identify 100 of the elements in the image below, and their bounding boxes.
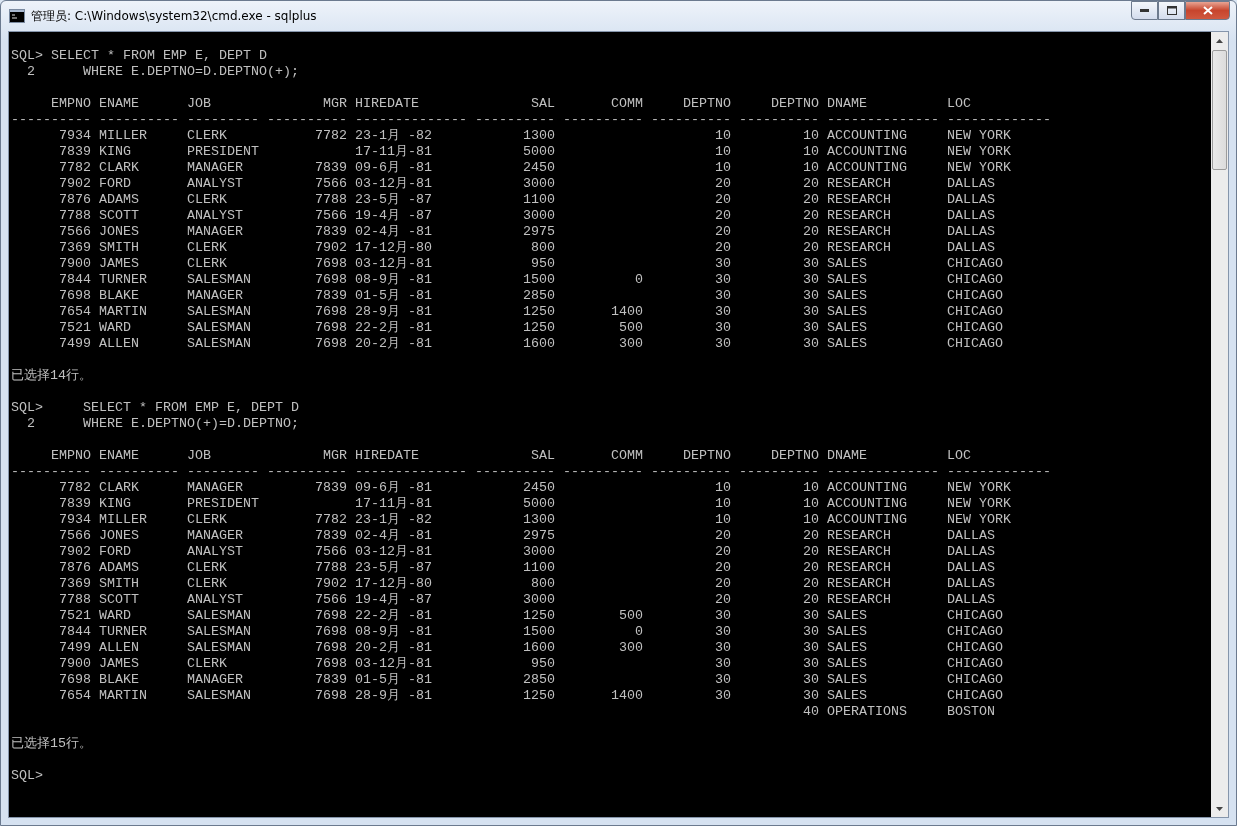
table-cell-text: SALES [827, 304, 868, 320]
table-cell-text: 2450 [522, 160, 555, 176]
table-cell-text: 2850 [522, 288, 555, 304]
table-cell-text: 03-12月-81 [355, 256, 433, 272]
table-cell-text: 7839 [314, 672, 347, 688]
console-text: 2 WHERE E.DEPTNO=D.DEPTNO(+); [26, 64, 299, 79]
table-cell-text: SALES [827, 256, 868, 272]
table-cell-text: 30 [802, 256, 819, 272]
table-cell-text: 7782 [314, 128, 347, 144]
table-cell-text: SALESMAN [187, 640, 252, 656]
table-cell-text: 20 [802, 576, 819, 592]
close-button[interactable] [1185, 1, 1230, 20]
table-cell-text: 20 [802, 176, 819, 192]
table-cell-text: 7369 [58, 576, 91, 592]
table-cell-text: 7902 [314, 576, 347, 592]
table-cell-text: ACCOUNTING [827, 144, 908, 160]
table-cell-text: 7839 [314, 528, 347, 544]
column-header: MGR [322, 448, 347, 464]
table-cell-text: 7698 [314, 640, 347, 656]
table-cell-text: 3000 [522, 544, 555, 560]
table-cell-text: 7369 [58, 240, 91, 256]
table-cell-text: 500 [618, 608, 643, 624]
vertical-scrollbar[interactable] [1211, 32, 1228, 817]
column-header: MGR [322, 96, 347, 112]
table-cell-text: 20-2月 -81 [355, 640, 433, 656]
table-cell-text: 950 [530, 656, 555, 672]
table-cell-text: 08-9月 -81 [355, 272, 433, 288]
column-header: DNAME [827, 448, 868, 464]
table-cell-text: 7934 [58, 512, 91, 528]
table-cell-text: 20 [714, 192, 731, 208]
table-cell-text: NEW YORK [947, 496, 1012, 512]
table-cell-text: SALESMAN [187, 320, 252, 336]
table-cell-text: 23-5月 -87 [355, 192, 433, 208]
table-cell-text: 7698 [314, 688, 347, 704]
table-cell-text: 17-12月-80 [355, 240, 433, 256]
table-cell-text: SALES [827, 640, 868, 656]
dash-rule: ---------- [739, 464, 819, 480]
table-cell-text: 30 [714, 608, 731, 624]
table-cell-text: 30 [802, 272, 819, 288]
table-cell-text: 2450 [522, 480, 555, 496]
table-cell-text: 30 [802, 288, 819, 304]
table-cell-text: SALES [827, 336, 868, 352]
table-cell-text: DALLAS [947, 544, 996, 560]
console-text: 已选择14行。 [11, 368, 92, 383]
table-cell-text: 30 [802, 672, 819, 688]
table-cell-text: CLARK [99, 480, 140, 496]
table-cell-text: 7839 [58, 144, 91, 160]
table-cell-text: 7698 [58, 672, 91, 688]
table-cell-text: 1500 [522, 272, 555, 288]
table-cell-text: 7839 [58, 496, 91, 512]
minimize-button[interactable] [1131, 1, 1158, 20]
table-cell-text: 7499 [58, 640, 91, 656]
scroll-up-icon[interactable] [1216, 38, 1223, 43]
table-cell-text: CHICAGO [947, 640, 1004, 656]
table-cell-text: ALLEN [99, 336, 140, 352]
maximize-button[interactable] [1158, 1, 1185, 20]
table-cell-text: 20 [714, 224, 731, 240]
dash-rule: -------------- [827, 112, 939, 128]
table-cell-text: ACCOUNTING [827, 480, 908, 496]
console-text: SQL> [11, 768, 43, 783]
table-cell-text: FORD [99, 544, 132, 560]
table-cell-text: RESEARCH [827, 560, 892, 576]
table-cell-text: 30 [714, 656, 731, 672]
scrollbar-thumb[interactable] [1212, 50, 1227, 170]
table-cell-text: 30 [714, 304, 731, 320]
table-cell: PRESIDENT [187, 144, 259, 160]
table-cell-text: 7698 [314, 608, 347, 624]
table-cell-text: 22-2月 -81 [355, 608, 433, 624]
table-cell-text: SCOTT [99, 208, 140, 224]
table-cell-text: ALLEN [99, 640, 140, 656]
table-cell-text: 7900 [58, 256, 91, 272]
table-cell-text: DALLAS [947, 224, 996, 240]
table-cell-text: 30 [714, 320, 731, 336]
table-cell-text: 7521 [58, 608, 91, 624]
table-cell-text: OPERATIONS [827, 704, 908, 720]
column-header: JOB [187, 448, 212, 464]
table-cell-text: 20 [802, 528, 819, 544]
column-header: DEPTNO [770, 448, 819, 464]
table-cell-text: 10 [802, 512, 819, 528]
close-icon [1202, 6, 1213, 15]
table-cell-text: 20 [802, 192, 819, 208]
table-cell-text: 0 [634, 272, 643, 288]
table-cell-text: MANAGER [187, 288, 244, 304]
table-cell-text: CHICAGO [947, 320, 1004, 336]
table-cell-text: 1400 [610, 688, 643, 704]
table-cell-text: 20 [802, 240, 819, 256]
table-cell-text: 1100 [522, 192, 555, 208]
table-cell-text: 30 [714, 288, 731, 304]
table-cell-text: DALLAS [947, 240, 996, 256]
table-cell-text: SALESMAN [187, 336, 252, 352]
table-cell-text: DALLAS [947, 592, 996, 608]
table-cell-text: 23-5月 -87 [355, 560, 433, 576]
scroll-down-icon[interactable] [1216, 806, 1223, 811]
table-cell-text: 03-12月-81 [355, 544, 433, 560]
column-header: ENAME [99, 448, 140, 464]
dash-rule: -------------- [827, 464, 939, 480]
table-cell-text: ACCOUNTING [827, 160, 908, 176]
dash-rule: ---------- [651, 464, 731, 480]
column-header: EMPNO [50, 96, 91, 112]
maximize-icon [1166, 6, 1177, 15]
